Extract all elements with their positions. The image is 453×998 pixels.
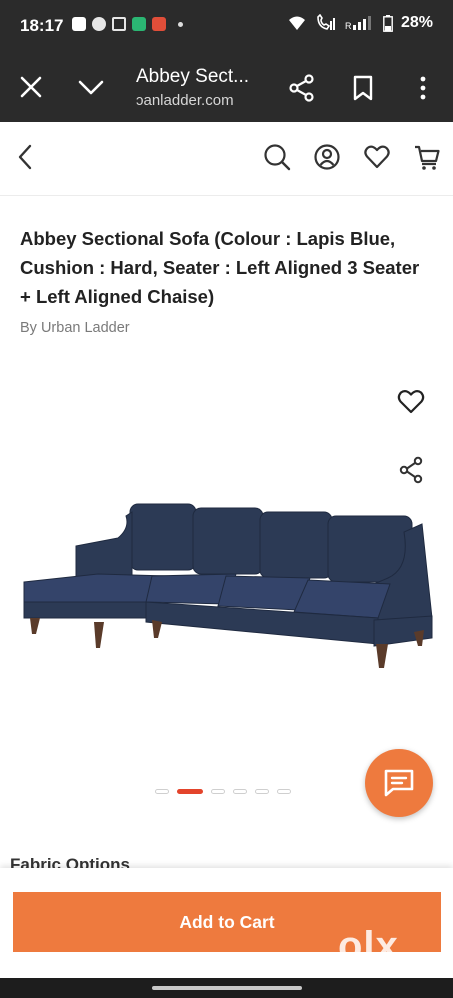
bookmark-icon[interactable] — [350, 74, 376, 102]
close-icon[interactable] — [18, 74, 44, 100]
volte-call-icon — [317, 14, 335, 30]
browser-url[interactable]: ɔanladder.com — [136, 92, 234, 109]
signal-icon: R — [345, 16, 371, 31]
chevron-down-icon[interactable] — [78, 74, 104, 100]
product-share-icon[interactable] — [398, 456, 424, 484]
cart-icon[interactable] — [413, 142, 441, 172]
wifi-icon — [288, 16, 305, 30]
chat-button[interactable] — [365, 749, 433, 817]
image-carousel-dots — [155, 789, 291, 794]
home-gesture-handle[interactable] — [152, 986, 302, 990]
battery-percent: 28% — [400, 14, 433, 31]
carousel-dot-active[interactable] — [177, 789, 203, 794]
battery-icon — [383, 14, 393, 32]
status-bar: 18:17 R 28% — [0, 0, 453, 54]
search-icon[interactable] — [263, 142, 291, 172]
slack-notification-icon — [72, 17, 86, 31]
wishlist-heart-icon[interactable] — [396, 386, 426, 416]
wishlist-icon[interactable] — [363, 142, 391, 172]
calendar-notification-icon — [152, 17, 166, 31]
carousel-dot[interactable] — [255, 789, 269, 794]
missed-call-icon — [112, 17, 126, 31]
system-status-icons: R 28% — [287, 14, 433, 32]
notification-icons — [72, 17, 183, 31]
site-header — [0, 122, 453, 196]
account-icon[interactable] — [313, 142, 341, 172]
sofa-graphic — [23, 503, 433, 647]
browser-toolbar: Abbey Sect... ɔanladder.com — [0, 54, 453, 122]
carousel-dot[interactable] — [277, 789, 291, 794]
back-icon[interactable] — [14, 142, 38, 172]
product-title: Abbey Sectional Sofa (Colour : Lapis Blu… — [20, 228, 420, 307]
product-image[interactable] — [18, 498, 436, 678]
more-notifications-dot — [178, 21, 183, 27]
olx-watermark: olx — [338, 924, 399, 968]
carousel-dot[interactable] — [233, 789, 247, 794]
carousel-dot[interactable] — [155, 789, 169, 794]
network-label: R — [345, 21, 352, 31]
app-notification-icon — [132, 17, 146, 31]
system-nav-bar — [0, 978, 453, 998]
browser-page-title: Abbey Sect... — [136, 66, 250, 87]
status-time: 18:17 — [20, 16, 64, 35]
olx-watermark-sub: INDIA — [396, 962, 413, 968]
product-brand[interactable]: By Urban Ladder — [20, 320, 130, 336]
chat-icon — [384, 769, 414, 797]
share-icon[interactable] — [288, 74, 316, 102]
more-vert-icon[interactable] — [410, 74, 436, 102]
chat-notification-icon — [92, 17, 106, 31]
carousel-dot[interactable] — [211, 789, 225, 794]
